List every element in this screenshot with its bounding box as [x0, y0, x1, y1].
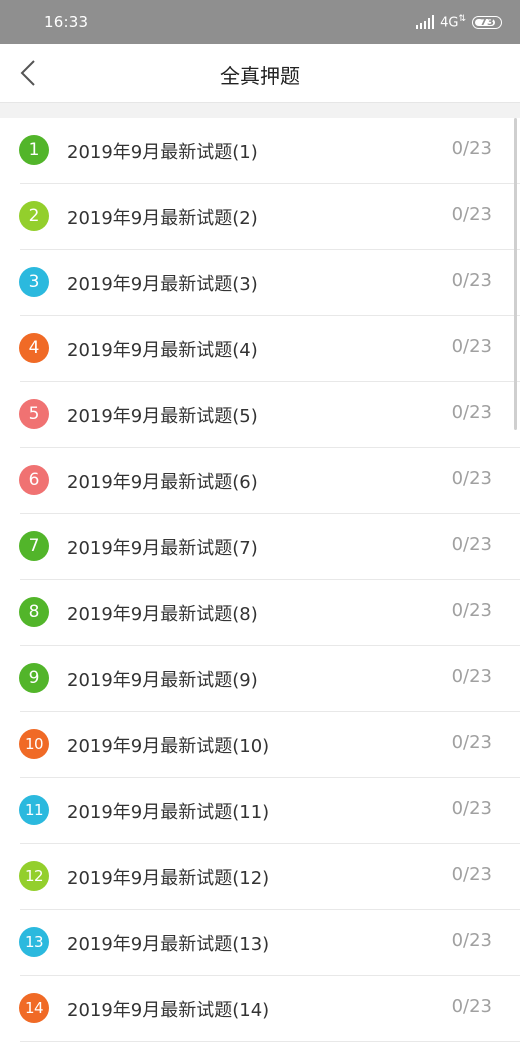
number-badge: 9 [19, 663, 49, 693]
list-item[interactable]: 4 2019年9月最新试题(4) 0/23 [0, 316, 520, 382]
scrollbar[interactable] [514, 118, 517, 430]
item-progress: 0/23 [451, 204, 492, 225]
number-badge: 3 [19, 267, 49, 297]
item-progress: 0/23 [451, 864, 492, 885]
data-arrows-icon: ⇅ [458, 13, 466, 24]
number-badge: 10 [19, 729, 49, 759]
list-item[interactable]: 5 2019年9月最新试题(5) 0/23 [0, 382, 520, 448]
list-item[interactable]: 11 2019年9月最新试题(11) 0/23 [0, 778, 520, 844]
list-item[interactable]: 2 2019年9月最新试题(2) 0/23 [0, 184, 520, 250]
item-title: 2019年9月最新试题(5) [67, 406, 258, 427]
list-item[interactable]: 9 2019年9月最新试题(9) 0/23 [0, 646, 520, 712]
item-title: 2019年9月最新试题(14) [67, 1000, 270, 1021]
list-item[interactable]: 10 2019年9月最新试题(10) 0/23 [0, 712, 520, 778]
item-progress: 0/23 [451, 732, 492, 753]
status-indicators: 4G⇅ 73 [416, 13, 502, 31]
list-item[interactable]: 3 2019年9月最新试题(3) 0/23 [0, 250, 520, 316]
number-badge: 7 [19, 531, 49, 561]
nav-bar: 全真押题 [0, 44, 520, 102]
section-divider [0, 102, 520, 118]
item-title: 2019年9月最新试题(9) [67, 670, 258, 691]
status-time: 16:33 [44, 13, 89, 31]
item-progress: 0/23 [451, 336, 492, 357]
list-item[interactable]: 14 2019年9月最新试题(14) 0/23 [0, 976, 520, 1042]
item-progress: 0/23 [451, 798, 492, 819]
item-progress: 0/23 [451, 138, 492, 159]
network-label: 4G⇅ [440, 14, 466, 30]
list-item[interactable]: 13 2019年9月最新试题(13) 0/23 [0, 910, 520, 976]
item-title: 2019年9月最新试题(3) [67, 274, 258, 295]
item-title: 2019年9月最新试题(8) [67, 604, 258, 625]
page-title: 全真押题 [220, 64, 300, 88]
number-badge: 8 [19, 597, 49, 627]
battery-icon: 73 [472, 15, 502, 29]
item-title: 2019年9月最新试题(13) [67, 934, 270, 955]
item-title: 2019年9月最新试题(12) [67, 868, 270, 889]
item-title: 2019年9月最新试题(10) [67, 736, 270, 757]
item-title: 2019年9月最新试题(2) [67, 208, 258, 229]
number-badge: 6 [19, 465, 49, 495]
item-title: 2019年9月最新试题(6) [67, 472, 258, 493]
item-title: 2019年9月最新试题(11) [67, 802, 270, 823]
number-badge: 1 [19, 135, 49, 165]
item-title: 2019年9月最新试题(4) [67, 340, 258, 361]
item-progress: 0/23 [451, 600, 492, 621]
number-badge: 5 [19, 399, 49, 429]
number-badge: 2 [19, 201, 49, 231]
signal-icon [416, 15, 435, 29]
battery-level: 73 [480, 16, 494, 28]
exam-list: 1 2019年9月最新试题(1) 0/23 2 2019年9月最新试题(2) 0/23 3 2… [0, 118, 520, 1042]
item-progress: 0/23 [451, 534, 492, 555]
item-progress: 0/23 [451, 402, 492, 423]
item-title: 2019年9月最新试题(1) [67, 142, 258, 163]
list-item[interactable]: 12 2019年9月最新试题(12) 0/23 [0, 844, 520, 910]
item-progress: 0/23 [451, 930, 492, 951]
list-item[interactable]: 7 2019年9月最新试题(7) 0/23 [0, 514, 520, 580]
item-progress: 0/23 [451, 666, 492, 687]
number-badge: 13 [19, 927, 49, 957]
number-badge: 14 [19, 993, 49, 1023]
item-progress: 0/23 [451, 996, 492, 1017]
list-item[interactable]: 6 2019年9月最新试题(6) 0/23 [0, 448, 520, 514]
number-badge: 12 [19, 861, 49, 891]
status-bar: 16:33 4G⇅ 73 [0, 0, 520, 44]
number-badge: 4 [19, 333, 49, 363]
list-item[interactable]: 8 2019年9月最新试题(8) 0/23 [0, 580, 520, 646]
item-title: 2019年9月最新试题(7) [67, 538, 258, 559]
network-type: 4G [440, 15, 459, 31]
number-badge: 11 [19, 795, 49, 825]
list-item[interactable]: 1 2019年9月最新试题(1) 0/23 [0, 118, 520, 184]
item-progress: 0/23 [451, 270, 492, 291]
item-progress: 0/23 [451, 468, 492, 489]
